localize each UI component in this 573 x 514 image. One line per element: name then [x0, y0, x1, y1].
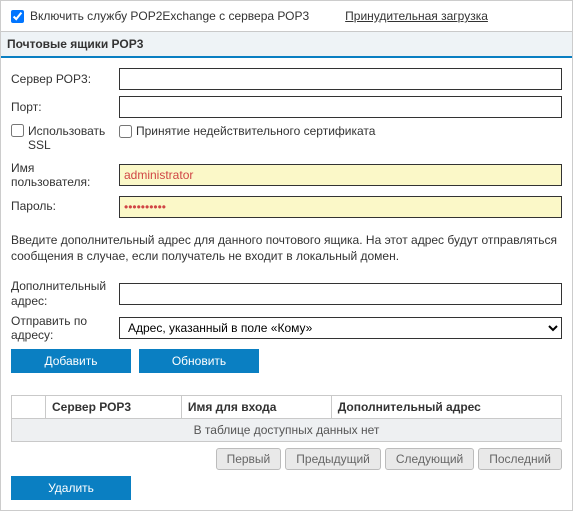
- accept-invalid-cert-label: Принятие недействительного сертификата: [136, 124, 375, 138]
- alt-address-label: Дополнительный адрес:: [11, 279, 119, 308]
- username-input[interactable]: [119, 164, 562, 186]
- table-empty-text: В таблице доступных данных нет: [12, 418, 562, 441]
- pager-prev-button[interactable]: Предыдущий: [285, 448, 381, 470]
- pager-first-button[interactable]: Первый: [216, 448, 282, 470]
- server-input[interactable]: [119, 68, 562, 90]
- password-label: Пароль:: [11, 199, 119, 213]
- port-label: Порт:: [11, 100, 119, 114]
- row-password: Пароль:: [11, 196, 562, 218]
- alt-address-input[interactable]: [119, 283, 562, 305]
- table-col-login: Имя для входа: [181, 395, 331, 418]
- table-col-server: Сервер РОР3: [46, 395, 182, 418]
- table-header-row: Сервер РОР3 Имя для входа Дополнительный…: [12, 395, 562, 418]
- row-send-to: Отправить по адресу: Адрес, указанный в …: [11, 314, 562, 343]
- accept-invalid-cert-checkbox[interactable]: [119, 125, 132, 138]
- settings-panel: Включить службу POP2Exchange с сервера Р…: [0, 0, 573, 511]
- row-username: Имя пользователя:: [11, 161, 562, 190]
- add-update-row: Добавить Обновить: [11, 349, 562, 373]
- row-ssl: Использовать SSL Принятие недействительн…: [11, 124, 562, 153]
- add-button[interactable]: Добавить: [11, 349, 131, 373]
- row-server: Сервер РОР3:: [11, 68, 562, 90]
- password-input[interactable]: [119, 196, 562, 218]
- force-download-link[interactable]: Принудительная загрузка: [345, 9, 488, 23]
- pager-last-button[interactable]: Последний: [478, 448, 562, 470]
- use-ssl-checkbox[interactable]: [11, 124, 24, 137]
- pager-next-button[interactable]: Следующий: [385, 448, 474, 470]
- row-alt-address: Дополнительный адрес:: [11, 279, 562, 308]
- use-ssl-label: Использовать SSL: [28, 124, 119, 153]
- enable-pop2exchange-checkbox[interactable]: [11, 10, 24, 23]
- row-port: Порт:: [11, 96, 562, 118]
- pager: Первый Предыдущий Следующий Последний: [11, 448, 562, 470]
- delete-row: Удалить: [11, 476, 562, 500]
- send-to-label: Отправить по адресу:: [11, 314, 119, 343]
- mailboxes-table: Сервер РОР3 Имя для входа Дополнительный…: [11, 395, 562, 442]
- send-to-select[interactable]: Адрес, указанный в поле «Кому»: [119, 317, 562, 339]
- top-row: Включить службу POP2Exchange с сервера Р…: [11, 9, 562, 31]
- table-col-select: [12, 395, 46, 418]
- update-button[interactable]: Обновить: [139, 349, 259, 373]
- server-label: Сервер РОР3:: [11, 72, 119, 86]
- delete-button[interactable]: Удалить: [11, 476, 131, 500]
- table-col-alt-address: Дополнительный адрес: [331, 395, 561, 418]
- enable-pop2exchange-label: Включить службу POP2Exchange с сервера Р…: [30, 9, 309, 23]
- port-input[interactable]: [119, 96, 562, 118]
- username-label: Имя пользователя:: [11, 161, 119, 190]
- table-row: В таблице доступных данных нет: [12, 418, 562, 441]
- help-text: Введите дополнительный адрес для данного…: [11, 232, 562, 266]
- section-header: Почтовые ящики РОР3: [1, 31, 572, 58]
